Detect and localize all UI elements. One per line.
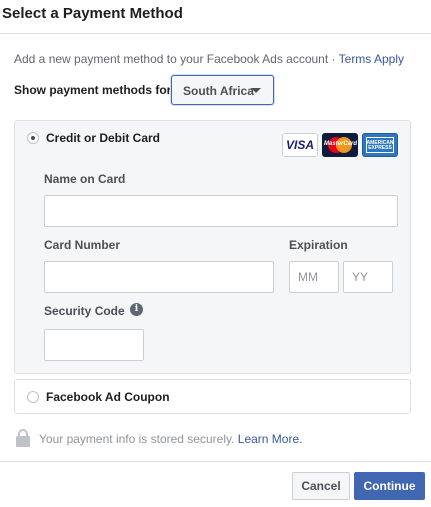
- card-number-label: Card Number: [44, 238, 121, 252]
- learn-more-link[interactable]: Learn More.: [238, 432, 303, 446]
- secure-description: Your payment info is stored securely.: [39, 432, 238, 446]
- expiration-month-input[interactable]: [289, 261, 339, 293]
- info-icon[interactable]: i: [130, 303, 143, 316]
- intro-text: Add a new payment method to your Faceboo…: [14, 52, 404, 66]
- terms-link[interactable]: Terms Apply: [339, 52, 404, 66]
- secure-info-text: Your payment info is stored securely. Le…: [39, 432, 302, 446]
- country-dropdown[interactable]: South Africa: [171, 75, 274, 105]
- card-option-radio[interactable]: [27, 132, 39, 144]
- amex-logo-text: AMERICAN EXPRESS: [366, 140, 394, 151]
- expiration-year-input[interactable]: [343, 261, 393, 293]
- footer-divider: [0, 461, 431, 462]
- card-number-input[interactable]: [44, 261, 274, 293]
- visa-logo-text: VISA: [285, 138, 314, 152]
- coupon-option-radio[interactable]: [27, 391, 39, 403]
- mastercard-logo-icon: MasterCard: [322, 133, 358, 157]
- expiration-label: Expiration: [289, 238, 348, 252]
- name-on-card-input[interactable]: [44, 195, 398, 227]
- security-code-label: Security Code: [44, 304, 125, 318]
- chevron-down-icon: [251, 88, 261, 93]
- dialog-title: Select a Payment Method: [2, 5, 183, 22]
- country-label: Show payment methods for:: [14, 83, 176, 97]
- cancel-button[interactable]: Cancel: [292, 472, 350, 500]
- lock-body: [16, 436, 30, 447]
- name-on-card-label: Name on Card: [44, 172, 126, 186]
- amex-logo-icon: AMERICAN EXPRESS: [362, 133, 398, 157]
- card-option-label[interactable]: Credit or Debit Card: [46, 131, 160, 145]
- country-selected-value: South Africa: [183, 84, 254, 98]
- dialog-header: Select a Payment Method: [0, 0, 431, 34]
- coupon-option-label[interactable]: Facebook Ad Coupon: [46, 390, 170, 404]
- intro-description: Add a new payment method to your Faceboo…: [14, 52, 339, 66]
- continue-button[interactable]: Continue: [354, 472, 425, 500]
- visa-logo-icon: VISA: [282, 133, 318, 157]
- mastercard-logo-text: MasterCard: [324, 141, 358, 147]
- lock-icon: [16, 429, 30, 447]
- security-code-input[interactable]: [44, 329, 144, 361]
